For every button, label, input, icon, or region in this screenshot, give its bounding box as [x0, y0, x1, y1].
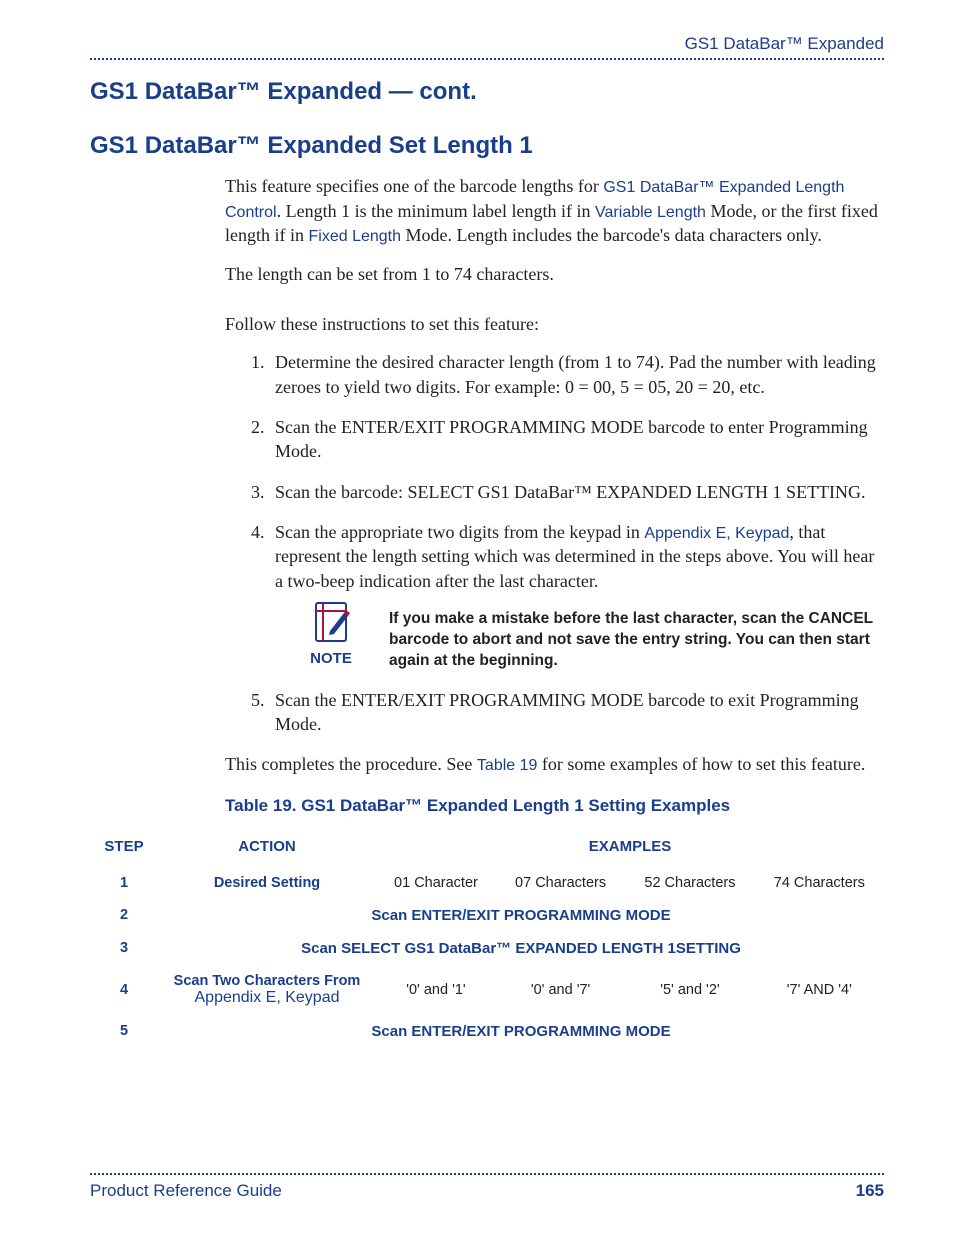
cell-example: 74 Characters	[755, 867, 884, 899]
note-block: NOTE If you make a mistake before the la…	[301, 601, 884, 672]
cell-example: '5' and '2'	[625, 965, 754, 1015]
step-4: Scan the appropriate two digits from the…	[269, 520, 884, 672]
closing-paragraph: This completes the procedure. See Table …	[225, 752, 884, 777]
cell-span-action: Scan ENTER/EXIT PROGRAMMING MODE	[158, 1015, 884, 1048]
step-5: Scan the ENTER/EXIT PROGRAMMING MODE bar…	[269, 688, 884, 737]
text: Mode. Length includes the barcode's data…	[401, 225, 822, 245]
step-1: Determine the desired character length (…	[269, 350, 884, 399]
cell-span-action: Scan SELECT GS1 DataBar™ EXPANDED LENGTH…	[158, 932, 884, 965]
cell-action: Desired Setting	[158, 867, 376, 899]
intro-paragraph-3: Follow these instructions to set this fe…	[225, 312, 884, 336]
text: Scan the appropriate two digits from the…	[275, 522, 644, 542]
xref-variable-length[interactable]: Variable Length	[595, 204, 706, 221]
running-head: GS1 DataBar™ Expanded	[90, 34, 884, 54]
cell-example: '0' and '1'	[376, 965, 496, 1015]
table-row: 1 Desired Setting 01 Character 07 Charac…	[90, 867, 884, 899]
text: This feature specifies one of the barcod…	[225, 176, 603, 196]
cell-span-action: Scan ENTER/EXIT PROGRAMMING MODE	[158, 899, 884, 932]
cell-example: '0' and '7'	[496, 965, 625, 1015]
subsection-title: GS1 DataBar™ Expanded Set Length 1	[90, 132, 884, 160]
page-footer: Product Reference Guide 165	[90, 1173, 884, 1201]
table-caption: Table 19. GS1 DataBar™ Expanded Length 1…	[225, 795, 884, 818]
xref-fixed-length[interactable]: Fixed Length	[309, 228, 402, 245]
cell-example: 52 Characters	[625, 867, 754, 899]
cell-step: 5	[90, 1015, 158, 1048]
examples-table: STEP ACTION EXAMPLES 1 Desired Setting 0…	[90, 832, 884, 1048]
cell-example: '7' AND '4'	[755, 965, 884, 1015]
note-label: NOTE	[301, 649, 361, 669]
cell-step: 4	[90, 965, 158, 1015]
text: for some examples of how to set this fea…	[537, 754, 865, 774]
step-3: Scan the barcode: SELECT GS1 DataBar™ EX…	[269, 480, 884, 504]
text: Scan Two Characters From	[174, 973, 361, 989]
cell-step: 1	[90, 867, 158, 899]
th-action: ACTION	[158, 832, 376, 867]
xref-appendix-e[interactable]: Appendix E, Keypad	[195, 989, 340, 1006]
table-row: 5 Scan ENTER/EXIT PROGRAMMING MODE	[90, 1015, 884, 1048]
th-step: STEP	[90, 832, 158, 867]
section-title: GS1 DataBar™ Expanded — cont.	[90, 78, 884, 106]
table-row: 4 Scan Two Characters From Appendix E, K…	[90, 965, 884, 1015]
text: . Length 1 is the minimum label length i…	[277, 201, 595, 221]
header-rule	[90, 58, 884, 60]
cell-step: 3	[90, 932, 158, 965]
table-row: 3 Scan SELECT GS1 DataBar™ EXPANDED LENG…	[90, 932, 884, 965]
steps-list: Determine the desired character length (…	[225, 350, 884, 736]
note-text: If you make a mistake before the last ch…	[389, 601, 884, 672]
th-examples: EXAMPLES	[376, 832, 884, 867]
cell-example: 01 Character	[376, 867, 496, 899]
text: This completes the procedure. See	[225, 754, 477, 774]
step-2: Scan the ENTER/EXIT PROGRAMMING MODE bar…	[269, 415, 884, 464]
xref-table-19[interactable]: Table 19	[477, 757, 538, 774]
footer-left: Product Reference Guide	[90, 1181, 282, 1201]
intro-paragraph-2: The length can be set from 1 to 74 chara…	[225, 262, 884, 286]
intro-paragraph-1: This feature specifies one of the barcod…	[225, 174, 884, 248]
xref-appendix-e[interactable]: Appendix E, Keypad	[644, 525, 789, 542]
cell-example: 07 Characters	[496, 867, 625, 899]
page-number: 165	[856, 1181, 884, 1201]
note-icon	[301, 601, 361, 647]
cell-action: Scan Two Characters From Appendix E, Key…	[158, 965, 376, 1015]
table-row: 2 Scan ENTER/EXIT PROGRAMMING MODE	[90, 899, 884, 932]
cell-step: 2	[90, 899, 158, 932]
footer-rule	[90, 1173, 884, 1175]
